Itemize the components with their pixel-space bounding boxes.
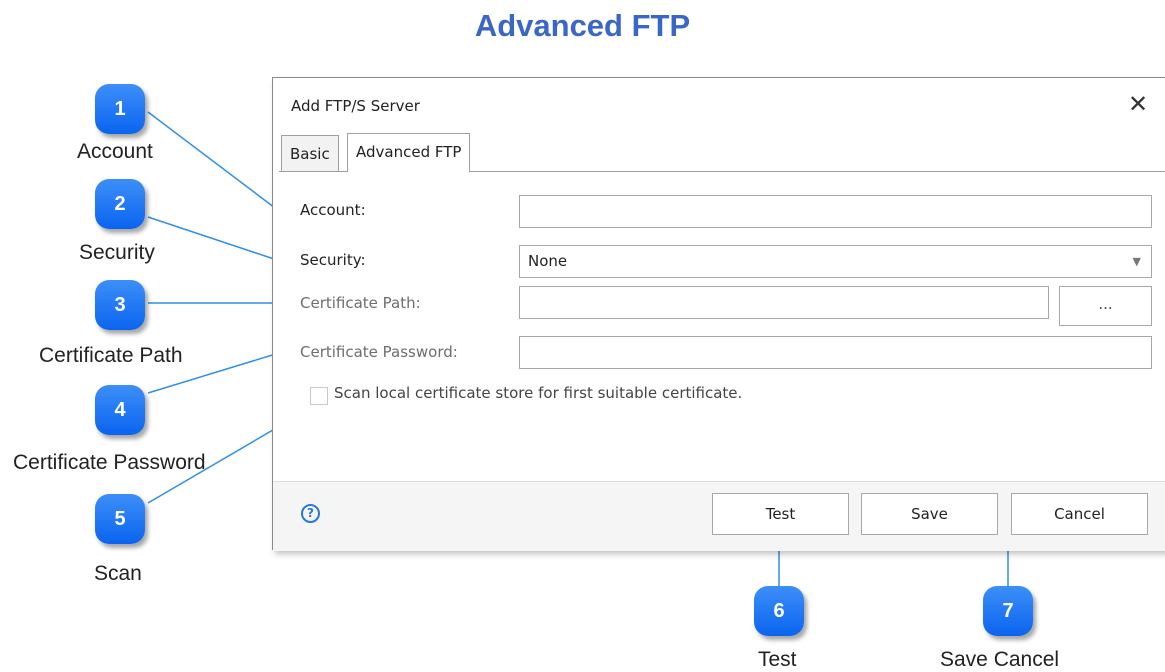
callout-badge-3: 3 bbox=[95, 280, 145, 330]
connector-2 bbox=[147, 216, 281, 262]
account-label: Account: bbox=[300, 201, 366, 219]
callout-label-3: Certificate Path bbox=[39, 344, 183, 367]
callout-label-2: Security bbox=[79, 241, 155, 264]
callout-badge-5: 5 bbox=[95, 494, 145, 544]
security-select[interactable]: None ▼ bbox=[519, 245, 1152, 278]
callout-badge-1: 1 bbox=[95, 84, 145, 134]
certificate-password-label: Certificate Password: bbox=[300, 343, 458, 361]
tab-advanced-ftp[interactable]: Advanced FTP bbox=[347, 133, 471, 172]
callout-label-6: Test bbox=[758, 648, 797, 671]
callout-label-1: Account bbox=[77, 140, 153, 163]
callout-badge-2: 2 bbox=[95, 179, 145, 229]
callout-label-5: Scan bbox=[94, 562, 142, 585]
add-ftp-server-dialog: Add FTP/S Server ✕ Basic Advanced FTP Ac… bbox=[272, 77, 1165, 551]
callout-label-7: Save Cancel bbox=[940, 648, 1060, 671]
dialog-footer: ? Test Save Cancel bbox=[273, 481, 1165, 551]
certificate-path-field[interactable] bbox=[519, 286, 1049, 319]
callout-badge-4: 4 bbox=[95, 385, 145, 435]
save-button[interactable]: Save bbox=[861, 493, 998, 535]
advanced-ftp-panel: Account: Security: None ▼ Certificate Pa… bbox=[279, 171, 1165, 481]
scan-checkbox-label: Scan local certificate store for first s… bbox=[334, 384, 743, 402]
callout-badge-7: 7 bbox=[983, 586, 1033, 636]
callout-badge-6: 6 bbox=[754, 586, 804, 636]
test-button[interactable]: Test bbox=[712, 493, 849, 535]
browse-button[interactable]: ... bbox=[1059, 286, 1152, 326]
certificate-password-field[interactable] bbox=[519, 336, 1152, 369]
connector-1 bbox=[147, 111, 284, 215]
close-icon[interactable]: ✕ bbox=[1124, 90, 1152, 118]
help-icon[interactable]: ? bbox=[301, 504, 320, 523]
dialog-title: Add FTP/S Server bbox=[291, 97, 420, 115]
cancel-button[interactable]: Cancel bbox=[1011, 493, 1148, 535]
scan-checkbox[interactable] bbox=[310, 387, 328, 405]
chevron-down-icon: ▼ bbox=[1132, 255, 1141, 268]
certificate-path-label: Certificate Path: bbox=[300, 294, 421, 312]
account-field[interactable] bbox=[519, 195, 1152, 228]
callout-label-4: Certificate Password bbox=[13, 451, 206, 474]
security-selected-value: None bbox=[528, 252, 568, 270]
tab-basic[interactable]: Basic bbox=[281, 135, 339, 171]
security-label: Security: bbox=[300, 251, 366, 269]
